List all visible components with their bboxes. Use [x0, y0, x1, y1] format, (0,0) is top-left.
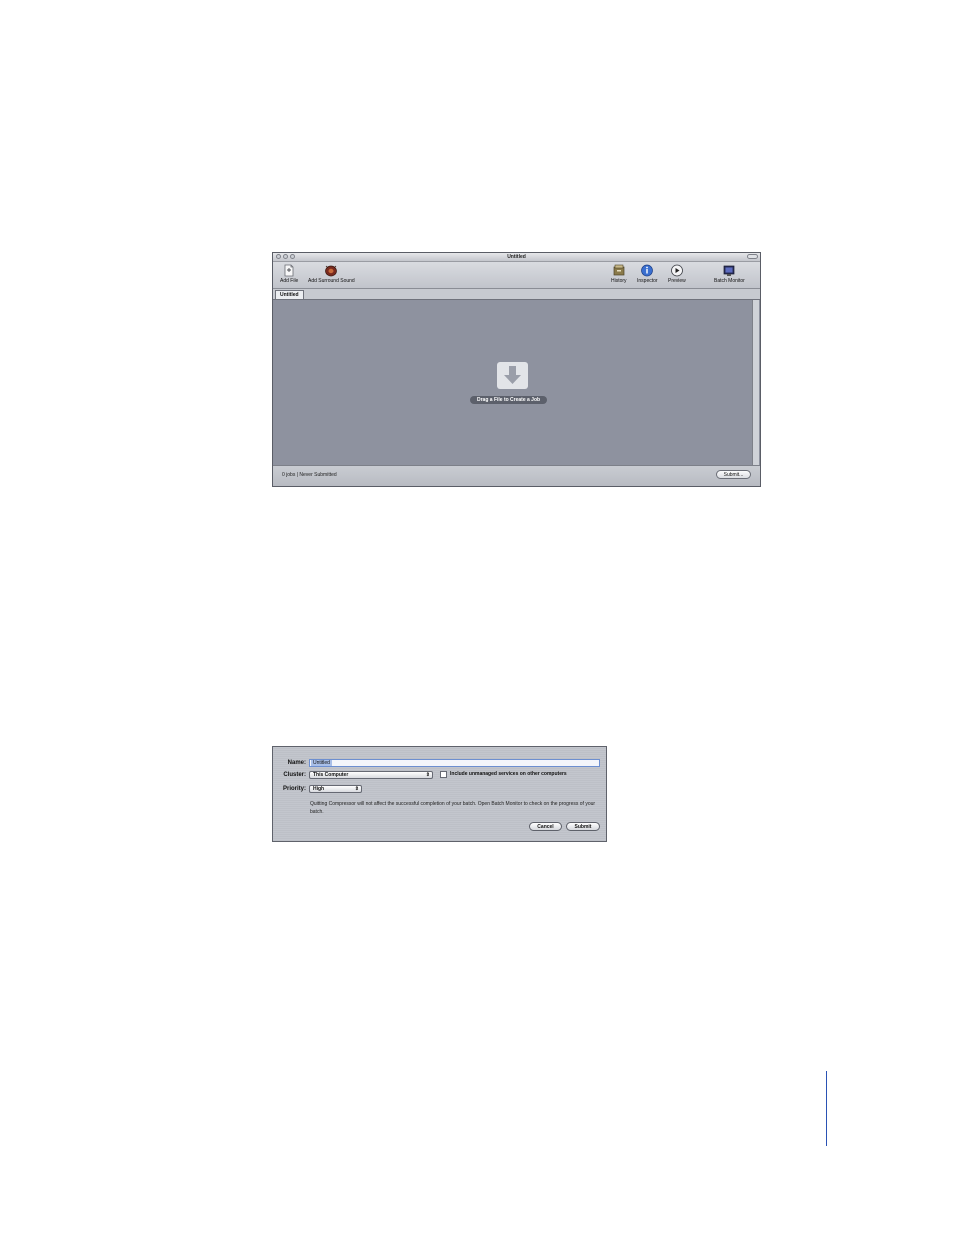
add-file-label: Add File: [280, 278, 299, 284]
add-surround-label: Add Surround Sound: [308, 278, 355, 284]
surround-sound-icon: [325, 265, 338, 277]
quit-note: Quitting Compressor will not affect the …: [310, 801, 596, 815]
name-label: Name:: [287, 760, 306, 766]
batch-monitor-label: Batch Monitor: [714, 278, 745, 284]
name-field[interactable]: Untitled: [309, 759, 600, 767]
job-status-text: 0 jobs | Never Submitted: [282, 472, 337, 478]
inspector-button[interactable]: Inspector: [637, 264, 658, 284]
compressor-batch-window: Untitled Add File Add Surround Sound His…: [272, 252, 761, 487]
priority-popup[interactable]: High ⇕: [309, 785, 362, 793]
info-icon: [641, 264, 654, 277]
play-icon: [670, 264, 683, 277]
preview-label: Preview: [668, 278, 686, 284]
cluster-popup[interactable]: This Computer ⇕: [309, 771, 433, 779]
batch-monitor-button[interactable]: Batch Monitor: [714, 264, 745, 284]
add-file-icon: [284, 264, 294, 277]
add-surround-sound-button[interactable]: Add Surround Sound: [308, 264, 355, 284]
cluster-label: Cluster:: [283, 772, 306, 778]
include-unmanaged-checkbox[interactable]: [440, 771, 447, 778]
history-button[interactable]: History: [611, 264, 627, 284]
cluster-value: This Computer: [313, 772, 349, 778]
inspector-label: Inspector: [637, 278, 658, 284]
drop-prompt: Drag a File to Create a Job: [470, 396, 548, 404]
priority-label: Priority:: [282, 786, 306, 792]
batch-drop-area[interactable]: Drag a File to Create a Job: [273, 300, 753, 466]
page-margin-rule: [826, 1071, 827, 1146]
toolbar-toggle-button[interactable]: [747, 254, 758, 259]
priority-value: High: [313, 786, 325, 792]
window-title: Untitled: [507, 254, 526, 260]
submit-button[interactable]: Submit...: [716, 470, 751, 479]
status-bar: 0 jobs | Never Submitted Submit...: [273, 465, 760, 486]
preview-button[interactable]: Preview: [668, 264, 686, 284]
name-field-value: Untitled: [311, 760, 332, 766]
batch-tab-bar: Untitled: [273, 289, 760, 300]
history-label: History: [611, 278, 627, 284]
submit-dialog: Name: Untitled Cluster: This Computer ⇕ …: [272, 746, 607, 842]
vertical-scrollbar[interactable]: [752, 300, 759, 466]
history-icon: [613, 264, 625, 276]
toolbar: Add File Add Surround Sound History Insp…: [273, 262, 760, 289]
add-file-button[interactable]: Add File: [280, 264, 298, 284]
drop-arrow-icon: [497, 362, 528, 389]
tab-untitled[interactable]: Untitled: [275, 290, 304, 299]
popup-arrows-icon: ⇕: [425, 772, 430, 778]
title-bar[interactable]: Untitled: [273, 253, 760, 262]
monitor-icon: [724, 265, 735, 276]
cancel-button[interactable]: Cancel: [529, 822, 562, 831]
submit-dialog-button[interactable]: Submit: [566, 822, 600, 831]
popup-arrows-icon: ⇕: [354, 786, 359, 792]
include-unmanaged-label: Include unmanaged services on other comp…: [450, 771, 567, 777]
